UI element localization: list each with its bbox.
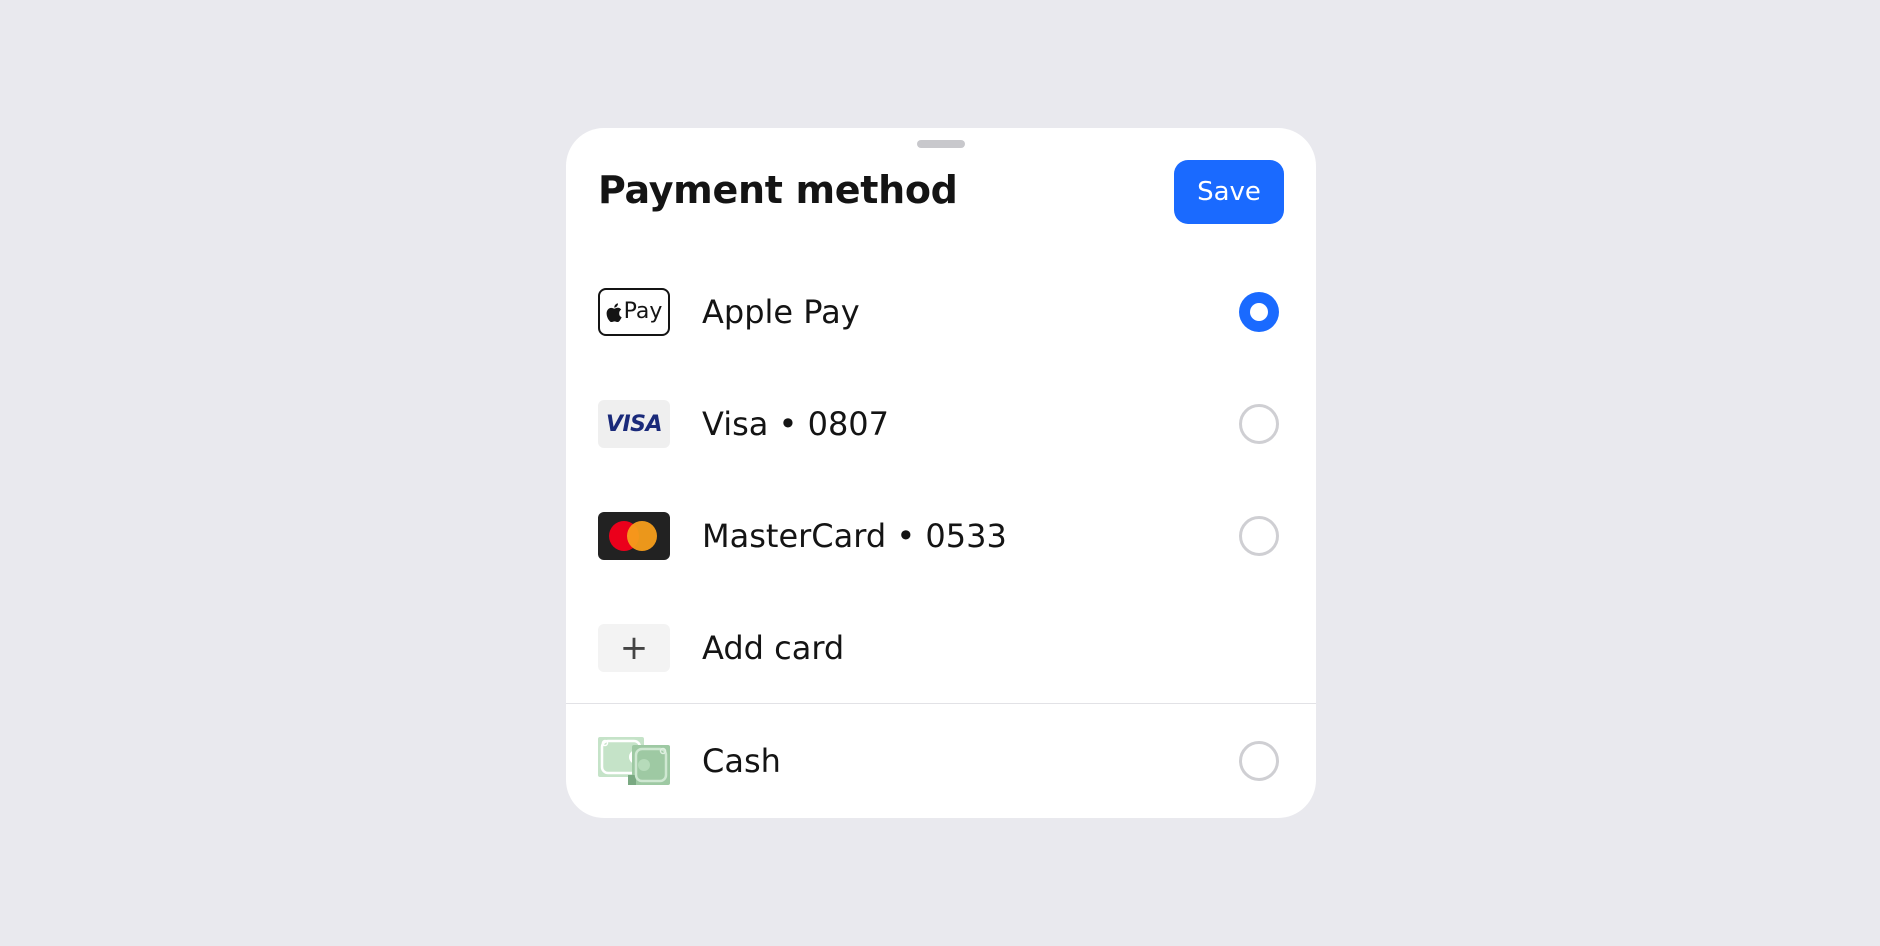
mastercard-icon bbox=[598, 512, 670, 560]
page-title: Payment method bbox=[598, 168, 958, 212]
payment-option-label: Visa • 0807 bbox=[702, 405, 890, 443]
radio-cash[interactable] bbox=[1239, 741, 1279, 781]
mastercard-orange-circle bbox=[627, 521, 657, 551]
payment-option-apple-pay[interactable]: Pay Apple Pay bbox=[566, 256, 1316, 368]
radio-visa[interactable] bbox=[1239, 404, 1279, 444]
save-button[interactable]: Save bbox=[1174, 160, 1284, 224]
payment-option-label: Apple Pay bbox=[702, 293, 860, 331]
add-card-label: Add card bbox=[702, 629, 845, 667]
visa-icon: VISA bbox=[598, 400, 670, 448]
payment-option-label: Cash bbox=[702, 742, 781, 780]
plus-glyph: + bbox=[619, 628, 649, 668]
payment-option-mastercard[interactable]: MasterCard • 0533 bbox=[566, 480, 1316, 592]
payment-option-label: MasterCard • 0533 bbox=[702, 517, 1007, 555]
plus-icon: + bbox=[598, 624, 670, 672]
radio-mastercard[interactable] bbox=[1239, 516, 1279, 556]
apple-pay-icon-text: Pay bbox=[623, 299, 663, 324]
cash-banknotes-icon bbox=[598, 737, 670, 785]
cash-icon bbox=[598, 737, 670, 785]
payment-option-cash[interactable]: Cash bbox=[566, 705, 1316, 817]
sheet-grabber-handle[interactable] bbox=[917, 140, 965, 148]
divider bbox=[566, 703, 1316, 704]
apple-logo-icon bbox=[606, 302, 622, 322]
visa-logo-text: VISA bbox=[605, 411, 663, 437]
radio-apple-pay[interactable] bbox=[1239, 292, 1279, 332]
apple-pay-icon: Pay bbox=[598, 288, 670, 336]
payment-method-sheet: Payment method Save Pay Apple Pay VISA V… bbox=[566, 128, 1316, 818]
payment-option-visa[interactable]: VISA Visa • 0807 bbox=[566, 368, 1316, 480]
add-card-button[interactable]: + Add card bbox=[566, 592, 1316, 704]
